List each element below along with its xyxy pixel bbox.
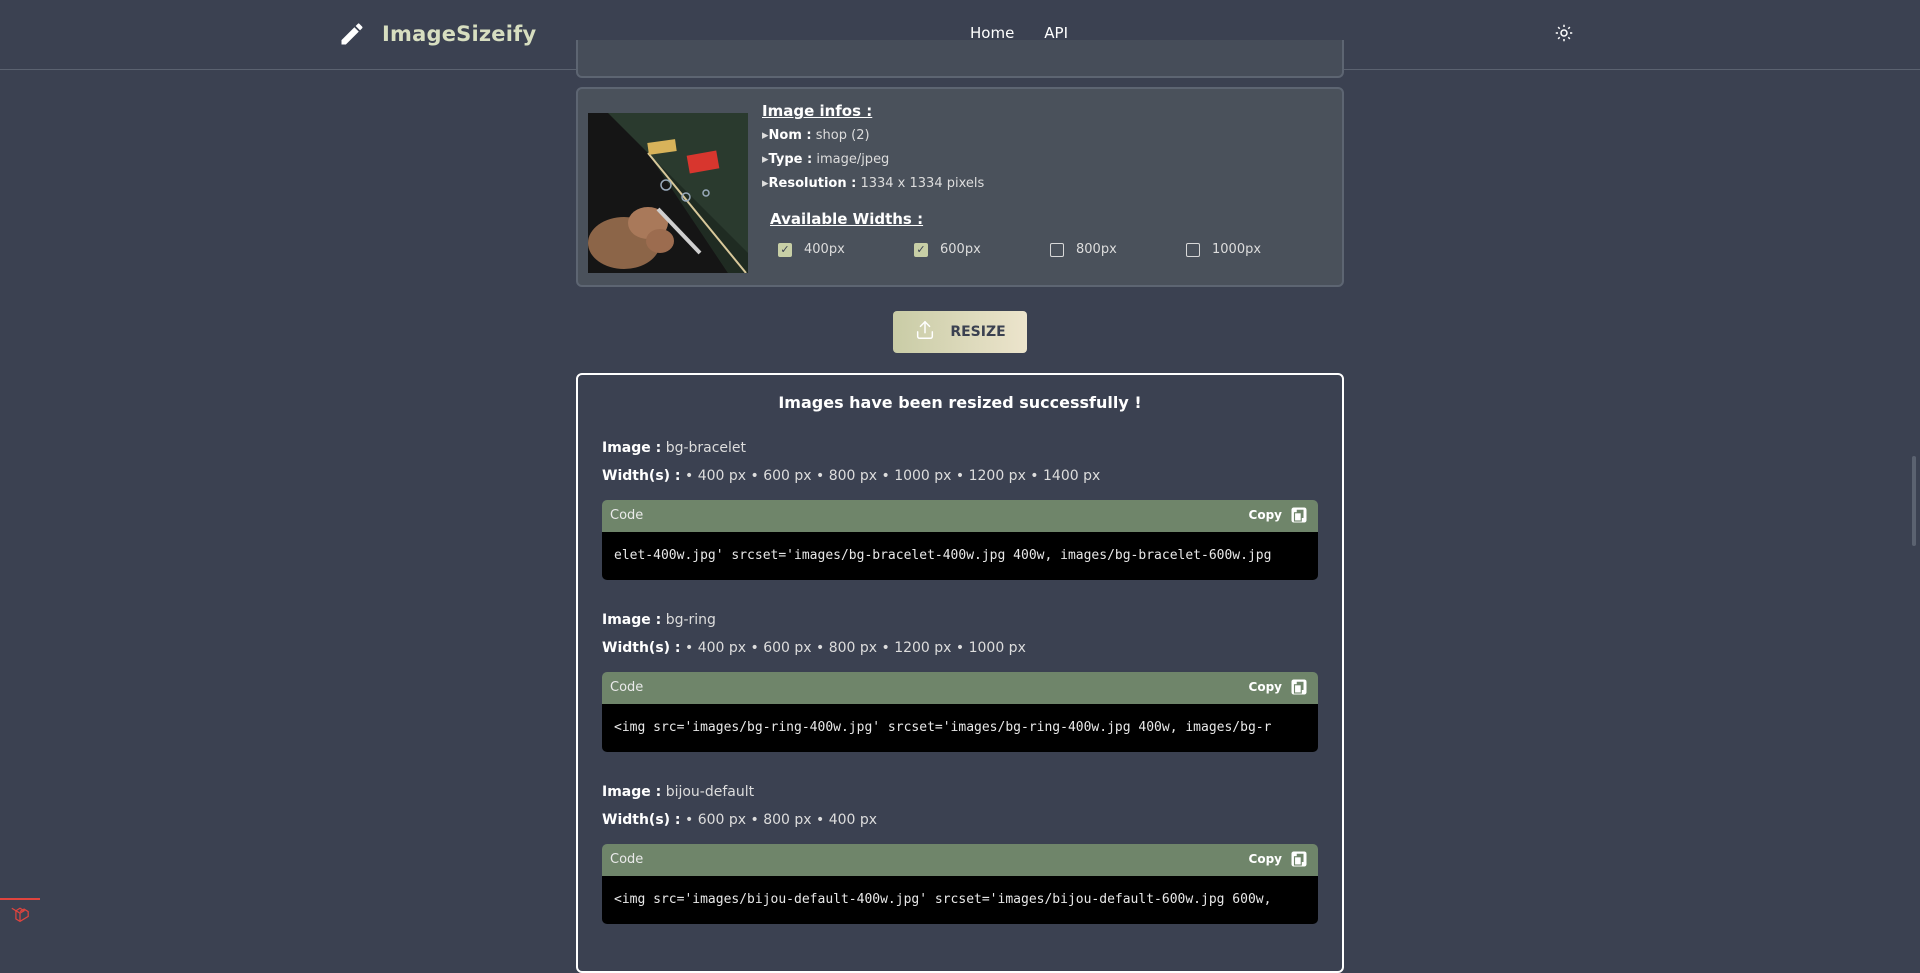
width-option-1000[interactable]: 1000px <box>1186 242 1322 257</box>
width-option-800[interactable]: 800px <box>1050 242 1186 257</box>
checkbox-600[interactable]: ✓ <box>914 242 928 257</box>
image-info-card: Image infos : ▸Nom : shop (2) ▸Type : im… <box>576 87 1344 287</box>
code-header: Code Copy <box>602 672 1318 704</box>
image-infos-title: Image infos : <box>762 102 873 120</box>
entry-image-label: Image : <box>602 440 662 456</box>
width-label-800: 800px <box>1076 242 1117 257</box>
code-header: Code Copy <box>602 844 1318 876</box>
copy-icon <box>1290 678 1308 696</box>
copy-button[interactable]: Copy <box>1249 506 1308 524</box>
copy-icon <box>1290 506 1308 524</box>
copy-button[interactable]: Copy <box>1249 850 1308 868</box>
brand-name: ImageSizeify <box>382 22 537 46</box>
copy-button[interactable]: Copy <box>1249 678 1308 696</box>
entry-widths-row: Width(s) : • 600 px • 800 px • 400 px <box>602 806 1318 834</box>
code-label: Code <box>610 680 644 695</box>
width-option-600[interactable]: ✓ 600px <box>914 242 1050 257</box>
previous-card-edge <box>576 40 1344 78</box>
code-snippet[interactable]: elet-400w.jpg' srcset='images/bg-bracele… <box>602 532 1318 580</box>
checkbox-1000[interactable] <box>1186 242 1200 257</box>
image-thumbnail <box>588 113 748 273</box>
info-type-label: Type : <box>768 152 813 167</box>
width-label-1000: 1000px <box>1212 242 1262 257</box>
info-name-label: Nom : <box>768 128 812 143</box>
checkbox-800[interactable] <box>1050 242 1064 257</box>
code-snippet[interactable]: <img src='images/bijou-default-400w.jpg'… <box>602 876 1318 924</box>
pencil-icon <box>336 18 368 50</box>
copy-label: Copy <box>1248 508 1282 522</box>
code-label: Code <box>610 508 644 523</box>
code-block: Code Copy elet-400w.jpg' srcset='images/… <box>602 500 1318 580</box>
info-resolution-label: Resolution : <box>768 176 857 191</box>
sun-icon[interactable] <box>1554 24 1574 44</box>
code-header: Code Copy <box>602 500 1318 532</box>
entry-widths-row: Width(s) : • 400 px • 600 px • 800 px • … <box>602 634 1318 662</box>
info-type-row: ▸Type : image/jpeg <box>762 152 890 167</box>
entry-image-label: Image : <box>602 784 662 800</box>
code-block: Code Copy <img src='images/bijou-default… <box>602 844 1318 924</box>
info-name-row: ▸Nom : shop (2) <box>762 128 870 143</box>
results-title: Images have been resized successfully ! <box>778 393 1142 412</box>
laravel-icon <box>10 905 30 927</box>
entry-widths-value: • 600 px • 800 px • 400 px <box>684 812 878 828</box>
width-option-400[interactable]: ✓ 400px <box>778 242 914 257</box>
copy-icon <box>1290 850 1308 868</box>
entry-image-name: bg-ring <box>665 612 716 628</box>
entry-widths-label: Width(s) : <box>602 812 681 828</box>
entry-image-row: Image : bg-bracelet <box>602 434 1318 462</box>
resize-button[interactable]: RESIZE <box>893 311 1027 353</box>
laravel-debugbar-toggle[interactable] <box>0 898 40 932</box>
code-snippet[interactable]: <img src='images/bg-ring-400w.jpg' srcse… <box>602 704 1318 752</box>
copy-label: Copy <box>1248 852 1282 866</box>
info-name-value: shop (2) <box>815 128 870 143</box>
result-entry: Image : bg-bracelet Width(s) : • 400 px … <box>602 434 1318 580</box>
entry-image-label: Image : <box>602 612 662 628</box>
upload-icon <box>914 319 936 345</box>
copy-label: Copy <box>1248 680 1282 694</box>
width-checkboxes: ✓ 400px ✓ 600px 800px 1000px <box>778 242 1322 257</box>
width-label-400: 400px <box>804 242 845 257</box>
result-entry: Image : bg-ring Width(s) : • 400 px • 60… <box>602 606 1318 752</box>
entry-image-name: bijou-default <box>665 784 755 800</box>
width-label-600: 600px <box>940 242 981 257</box>
entry-image-row: Image : bg-ring <box>602 606 1318 634</box>
info-resolution-value: 1334 x 1334 pixels <box>860 176 985 191</box>
entry-widths-label: Width(s) : <box>602 468 681 484</box>
code-block: Code Copy <img src='images/bg-ring-400w.… <box>602 672 1318 752</box>
entry-widths-row: Width(s) : • 400 px • 600 px • 800 px • … <box>602 462 1318 490</box>
entry-widths-value: • 400 px • 600 px • 800 px • 1200 px • 1… <box>684 640 1026 656</box>
entry-image-row: Image : bijou-default <box>602 778 1318 806</box>
result-entry: Image : bijou-default Width(s) : • 600 p… <box>602 778 1318 924</box>
code-label: Code <box>610 852 644 867</box>
available-widths-title: Available Widths : <box>770 210 924 228</box>
page-scrollbar[interactable] <box>1912 456 1916 546</box>
brand-logo[interactable]: ImageSizeify <box>336 18 536 50</box>
results-panel: Images have been resized successfully ! … <box>576 373 1344 973</box>
info-type-value: image/jpeg <box>816 152 890 167</box>
checkbox-400[interactable]: ✓ <box>778 242 792 257</box>
entry-image-name: bg-bracelet <box>665 440 747 456</box>
entry-widths-label: Width(s) : <box>602 640 681 656</box>
info-resolution-row: ▸Resolution : 1334 x 1334 pixels <box>762 176 985 191</box>
resize-label: RESIZE <box>950 324 1006 340</box>
entry-widths-value: • 400 px • 600 px • 800 px • 1000 px • 1… <box>684 468 1101 484</box>
